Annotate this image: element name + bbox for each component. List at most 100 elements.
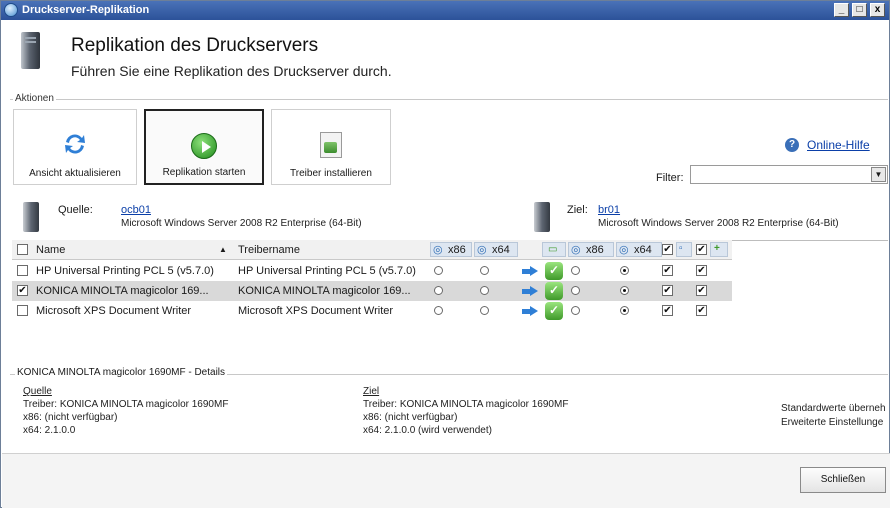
refresh-icon [65, 134, 85, 154]
details-source-x64: x64: 2.1.0.0 [23, 425, 76, 436]
driver-name: Microsoft XPS Document Writer [238, 305, 394, 317]
details-target-heading: Ziel [363, 386, 380, 397]
window-title: Druckserver-Replikation [22, 4, 150, 16]
filter-label: Filter: [656, 172, 684, 184]
checkmark-icon [545, 302, 563, 320]
source-x86-radio[interactable] [434, 286, 443, 295]
start-label: Replikation starten [162, 167, 246, 178]
table-row[interactable]: HP Universal Printing PCL 5 (v5.7.0) HP … [12, 261, 732, 281]
column-source-x86[interactable]: ◎ x86 [430, 242, 472, 257]
refresh-view-button[interactable]: Ansicht aktualisieren [13, 109, 137, 185]
sort-ascending-icon: ▲ [219, 245, 227, 254]
info-icon: ▫ [679, 243, 683, 254]
page-subtitle: Führen Sie eine Replikation des Druckser… [71, 63, 392, 79]
driver-document-icon [320, 132, 342, 158]
actions-legend: Aktionen [13, 93, 56, 104]
app-globe-icon [4, 3, 18, 17]
driver-name: HP Universal Printing PCL 5 (v5.7.0) [238, 265, 416, 277]
details-legend: KONICA MINOLTA magicolor 1690MF - Detail… [15, 367, 228, 378]
target-x86-radio[interactable] [571, 286, 580, 295]
table-row[interactable]: Microsoft XPS Document Writer Microsoft … [12, 301, 732, 321]
refresh-label: Ansicht aktualisieren [29, 168, 121, 179]
printer-name: Microsoft XPS Document Writer [36, 305, 192, 317]
footer-bar [2, 453, 890, 508]
printer-name: KONICA MINOLTA magicolor 169... [36, 285, 209, 297]
row-checkbox[interactable] [17, 305, 28, 316]
column-name[interactable]: Name [36, 244, 65, 256]
target-x64-radio[interactable] [620, 266, 629, 275]
source-x64-radio[interactable] [480, 286, 489, 295]
row-checkbox[interactable] [17, 265, 28, 276]
option-checkbox-a[interactable]: ✔ [662, 265, 673, 276]
column-driver[interactable]: Treibername [238, 244, 300, 256]
checkmark-icon [545, 282, 563, 300]
row-checkbox[interactable]: ✔ [17, 285, 28, 296]
details-source-x86: x86: (nicht verfügbar) [23, 412, 118, 423]
source-x86-radio[interactable] [434, 306, 443, 315]
target-x86-radio[interactable] [571, 306, 580, 315]
source-x64-radio[interactable] [480, 266, 489, 275]
column-info[interactable]: ▫ [676, 242, 692, 257]
minimize-button[interactable]: _ [834, 3, 849, 17]
source-x86-radio[interactable] [434, 266, 443, 275]
target-x86-radio[interactable] [571, 266, 580, 275]
option-checkbox-b[interactable]: ✔ [696, 265, 707, 276]
column-source-x64[interactable]: ◎ x64 [474, 242, 518, 257]
close-window-button[interactable]: x [870, 3, 885, 17]
column-target-x64[interactable]: ◎ x64 [616, 242, 662, 257]
column-check-all-a[interactable]: ✔ [662, 244, 673, 255]
option-checkbox-a[interactable]: ✔ [662, 305, 673, 316]
help-icon[interactable]: ? [785, 138, 799, 152]
title-bar[interactable]: Druckserver-Replikation _ □ x [1, 1, 889, 20]
printer-name: HP Universal Printing PCL 5 (v5.7.0) [36, 265, 214, 277]
details-target-x86: x86: (nicht verfügbar) [363, 412, 458, 423]
arrow-right-icon [522, 286, 538, 296]
target-server-icon [534, 202, 550, 232]
table-row[interactable]: ✔ KONICA MINOLTA magicolor 169... KONICA… [12, 281, 732, 301]
arrow-right-icon [522, 266, 538, 276]
default-values-link[interactable]: Standardwerte überneh [781, 403, 886, 414]
column-status[interactable]: ▭ [542, 242, 566, 257]
install-label: Treiber installieren [290, 168, 372, 179]
option-checkbox-a[interactable]: ✔ [662, 285, 673, 296]
start-replication-button[interactable]: Replikation starten [144, 109, 264, 185]
printer-icon: ▭ [548, 244, 558, 255]
advanced-settings-link[interactable]: Erweiterte Einstellunge [781, 417, 883, 428]
page-title: Replikation des Druckservers [71, 35, 319, 56]
select-all-checkbox[interactable] [17, 244, 28, 255]
source-label: Quelle: [58, 204, 93, 216]
close-button[interactable]: Schließen [800, 467, 886, 493]
chevron-down-icon[interactable]: ▼ [871, 167, 886, 182]
search-icon: ◎ [619, 244, 629, 256]
source-os: Microsoft Windows Server 2008 R2 Enterpr… [121, 218, 362, 229]
search-icon: ◎ [433, 244, 443, 256]
driver-name: KONICA MINOLTA magicolor 169... [238, 285, 411, 297]
details-source-driver: Treiber: KONICA MINOLTA magicolor 1690MF [23, 399, 229, 410]
source-server-icon [23, 202, 39, 232]
target-os: Microsoft Windows Server 2008 R2 Enterpr… [598, 218, 839, 229]
online-help-link[interactable]: Online-Hilfe [807, 138, 870, 152]
details-target-driver: Treiber: KONICA MINOLTA magicolor 1690MF [363, 399, 569, 410]
column-check-all-b[interactable]: ✔ [696, 244, 707, 255]
filter-dropdown[interactable]: ▼ [690, 165, 888, 184]
arrow-right-icon [522, 306, 538, 316]
details-source-heading: Quelle [23, 386, 52, 397]
details-target-x64: x64: 2.1.0.0 (wird verwendet) [363, 425, 492, 436]
column-target-x86[interactable]: ◎ x86 [568, 242, 614, 257]
server-icon [21, 32, 40, 69]
grid-header: Name ▲ Treibername ◎ x86 ◎ x64 ▭ ◎ x86 ◎… [12, 240, 732, 260]
checkmark-icon [545, 262, 563, 280]
source-server-link[interactable]: ocb01 [121, 204, 151, 216]
target-server-link[interactable]: br01 [598, 204, 620, 216]
install-driver-button[interactable]: Treiber installieren [271, 109, 391, 185]
add-icon: + [714, 243, 720, 254]
target-x64-radio[interactable] [620, 306, 629, 315]
target-label: Ziel: [567, 204, 588, 216]
column-add[interactable]: + [710, 242, 728, 257]
target-x64-radio[interactable] [620, 286, 629, 295]
option-checkbox-b[interactable]: ✔ [696, 285, 707, 296]
source-x64-radio[interactable] [480, 306, 489, 315]
option-checkbox-b[interactable]: ✔ [696, 305, 707, 316]
maximize-button[interactable]: □ [852, 3, 867, 17]
replication-window: Druckserver-Replikation _ □ x Replikatio… [0, 0, 890, 508]
